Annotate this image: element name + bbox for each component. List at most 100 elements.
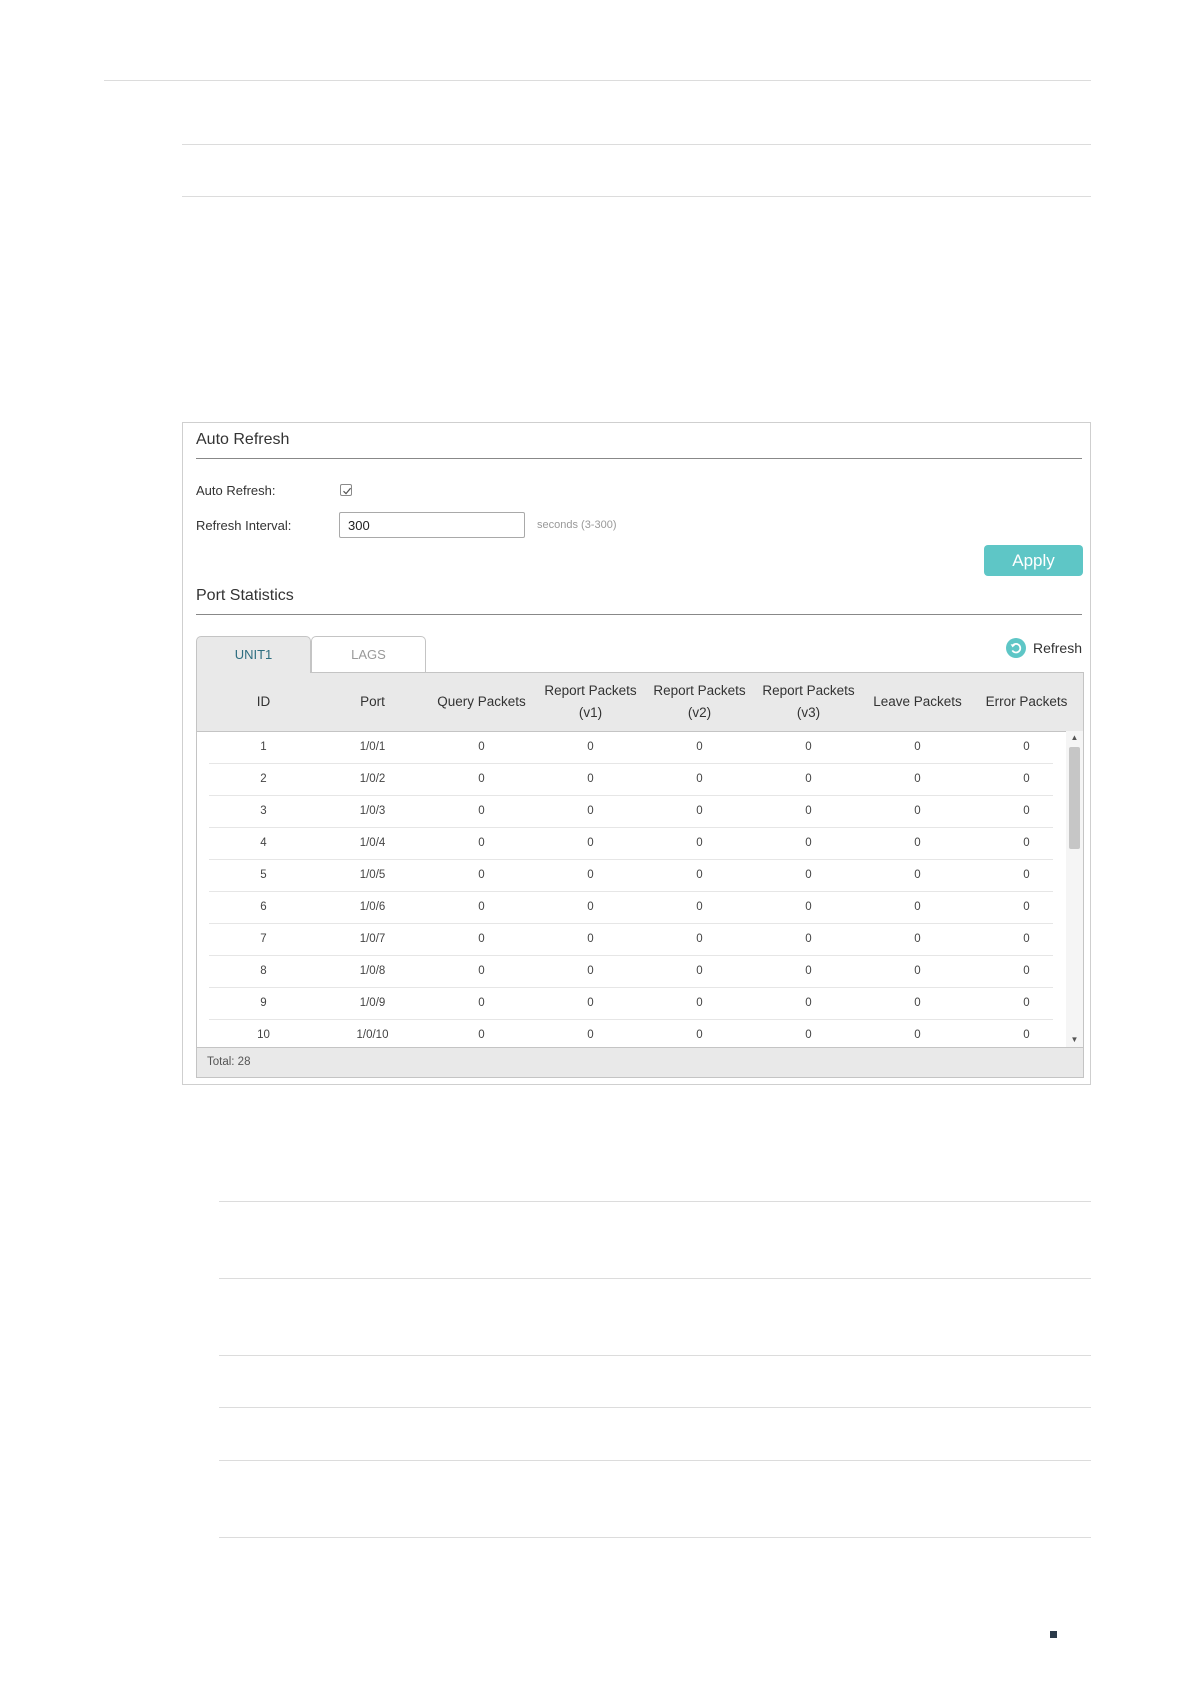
column-header-id: ID bbox=[256, 694, 271, 709]
scroll-down-arrow-icon[interactable]: ▼ bbox=[1066, 1033, 1083, 1047]
doc-rule bbox=[219, 1355, 1091, 1356]
cell-leave-packets: 0 bbox=[914, 901, 921, 913]
cell-error-packets: 0 bbox=[1023, 901, 1030, 913]
cell-report-v3: 0 bbox=[805, 869, 812, 881]
cell-leave-packets: 0 bbox=[914, 741, 921, 753]
table-row[interactable]: 8 1/0/8 0 0 0 0 0 0 bbox=[209, 955, 1053, 988]
column-header-error-packets: Error Packets bbox=[985, 694, 1068, 709]
cell-port: 1/0/3 bbox=[359, 805, 386, 817]
statistics-table: ID Port Query Packets Report Packets (v1… bbox=[196, 672, 1084, 1078]
auto-refresh-divider bbox=[196, 458, 1082, 459]
refresh-interval-input[interactable] bbox=[339, 512, 525, 538]
page-footer-mark bbox=[1050, 1631, 1057, 1638]
doc-rule bbox=[219, 1407, 1091, 1408]
table-row[interactable]: 9 1/0/9 0 0 0 0 0 0 bbox=[209, 987, 1053, 1020]
cell-report-v3: 0 bbox=[805, 965, 812, 977]
cell-leave-packets: 0 bbox=[914, 805, 921, 817]
tab-unit1[interactable]: UNIT1 bbox=[196, 636, 311, 673]
cell-report-v2: 0 bbox=[696, 997, 703, 1009]
auto-refresh-label: Auto Refresh: bbox=[196, 483, 276, 498]
cell-query-packets: 0 bbox=[478, 1029, 485, 1041]
apply-button[interactable]: Apply bbox=[984, 545, 1083, 576]
column-header-port: Port bbox=[360, 694, 385, 709]
doc-rule bbox=[182, 144, 1091, 145]
table-row[interactable]: 10 1/0/10 0 0 0 0 0 0 bbox=[209, 1019, 1053, 1047]
scroll-thumb[interactable] bbox=[1069, 747, 1080, 849]
cell-id: 9 bbox=[260, 997, 267, 1009]
cell-port: 1/0/5 bbox=[359, 869, 386, 881]
table-scrollbar[interactable]: ▲ ▼ bbox=[1066, 731, 1083, 1047]
refresh-button[interactable]: Refresh bbox=[1005, 637, 1082, 659]
cell-port: 1/0/6 bbox=[359, 901, 386, 913]
cell-error-packets: 0 bbox=[1023, 741, 1030, 753]
column-header-leave-packets: Leave Packets bbox=[873, 694, 962, 709]
cell-report-v1: 0 bbox=[587, 805, 594, 817]
cell-port: 1/0/2 bbox=[359, 773, 386, 785]
column-header-report-v2: Report Packets (v2) bbox=[653, 683, 746, 720]
cell-query-packets: 0 bbox=[478, 997, 485, 1009]
cell-query-packets: 0 bbox=[478, 965, 485, 977]
cell-port: 1/0/9 bbox=[359, 997, 386, 1009]
column-header-report-v1: Report Packets (v1) bbox=[544, 683, 637, 720]
cell-report-v2: 0 bbox=[696, 1029, 703, 1041]
cell-port: 1/0/8 bbox=[359, 965, 386, 977]
cell-report-v2: 0 bbox=[696, 965, 703, 977]
cell-error-packets: 0 bbox=[1023, 1029, 1030, 1041]
cell-query-packets: 0 bbox=[478, 805, 485, 817]
table-row[interactable]: 3 1/0/3 0 0 0 0 0 0 bbox=[209, 795, 1053, 828]
cell-report-v3: 0 bbox=[805, 773, 812, 785]
table-row[interactable]: 7 1/0/7 0 0 0 0 0 0 bbox=[209, 923, 1053, 956]
cell-report-v2: 0 bbox=[696, 837, 703, 849]
cell-report-v1: 0 bbox=[587, 1029, 594, 1041]
cell-query-packets: 0 bbox=[478, 837, 485, 849]
cell-report-v3: 0 bbox=[805, 901, 812, 913]
cell-report-v1: 0 bbox=[587, 965, 594, 977]
table-footer: Total: 28 bbox=[197, 1047, 1083, 1077]
refresh-interval-label: Refresh Interval: bbox=[196, 518, 292, 533]
check-icon bbox=[343, 487, 352, 495]
table-body: 1 1/0/1 0 0 0 0 0 0 2 1/0/2 0 0 0 0 0 0 3 1/0/3 0 0 0 0 0 0 4 1/0… bbox=[197, 731, 1065, 1047]
cell-leave-packets: 0 bbox=[914, 869, 921, 881]
auto-refresh-checkbox[interactable] bbox=[340, 484, 352, 496]
cell-error-packets: 0 bbox=[1023, 997, 1030, 1009]
cell-id: 8 bbox=[260, 965, 267, 977]
refresh-label: Refresh bbox=[1032, 640, 1082, 656]
cell-report-v1: 0 bbox=[587, 741, 594, 753]
cell-leave-packets: 0 bbox=[914, 997, 921, 1009]
cell-error-packets: 0 bbox=[1023, 805, 1030, 817]
scroll-up-arrow-icon[interactable]: ▲ bbox=[1066, 731, 1083, 745]
table-row[interactable]: 2 1/0/2 0 0 0 0 0 0 bbox=[209, 763, 1053, 796]
tab-lags[interactable]: LAGS bbox=[311, 636, 426, 672]
refresh-interval-hint: seconds (3-300) bbox=[537, 519, 617, 531]
cell-error-packets: 0 bbox=[1023, 837, 1030, 849]
table-row[interactable]: 4 1/0/4 0 0 0 0 0 0 bbox=[209, 827, 1053, 860]
cell-query-packets: 0 bbox=[478, 741, 485, 753]
cell-leave-packets: 0 bbox=[914, 965, 921, 977]
port-statistics-title: Port Statistics bbox=[196, 587, 294, 604]
cell-report-v3: 0 bbox=[805, 805, 812, 817]
cell-id: 4 bbox=[260, 837, 267, 849]
cell-report-v3: 0 bbox=[805, 1029, 812, 1041]
cell-report-v2: 0 bbox=[696, 933, 703, 945]
cell-report-v2: 0 bbox=[696, 773, 703, 785]
auto-refresh-title: Auto Refresh bbox=[196, 431, 290, 448]
cell-error-packets: 0 bbox=[1023, 965, 1030, 977]
table-row[interactable]: 5 1/0/5 0 0 0 0 0 0 bbox=[209, 859, 1053, 892]
page-header-rule bbox=[104, 80, 1091, 81]
cell-query-packets: 0 bbox=[478, 773, 485, 785]
cell-report-v3: 0 bbox=[805, 997, 812, 1009]
cell-id: 6 bbox=[260, 901, 267, 913]
cell-report-v3: 0 bbox=[805, 933, 812, 945]
refresh-circle-icon bbox=[1005, 638, 1026, 658]
cell-id: 5 bbox=[260, 869, 267, 881]
cell-report-v3: 0 bbox=[805, 741, 812, 753]
cell-report-v2: 0 bbox=[696, 805, 703, 817]
cell-error-packets: 0 bbox=[1023, 773, 1030, 785]
cell-port: 1/0/1 bbox=[359, 741, 386, 753]
cell-report-v1: 0 bbox=[587, 773, 594, 785]
cell-port: 1/0/4 bbox=[359, 837, 386, 849]
cell-report-v1: 0 bbox=[587, 901, 594, 913]
cell-report-v1: 0 bbox=[587, 837, 594, 849]
table-row[interactable]: 1 1/0/1 0 0 0 0 0 0 bbox=[209, 731, 1053, 764]
table-row[interactable]: 6 1/0/6 0 0 0 0 0 0 bbox=[209, 891, 1053, 924]
